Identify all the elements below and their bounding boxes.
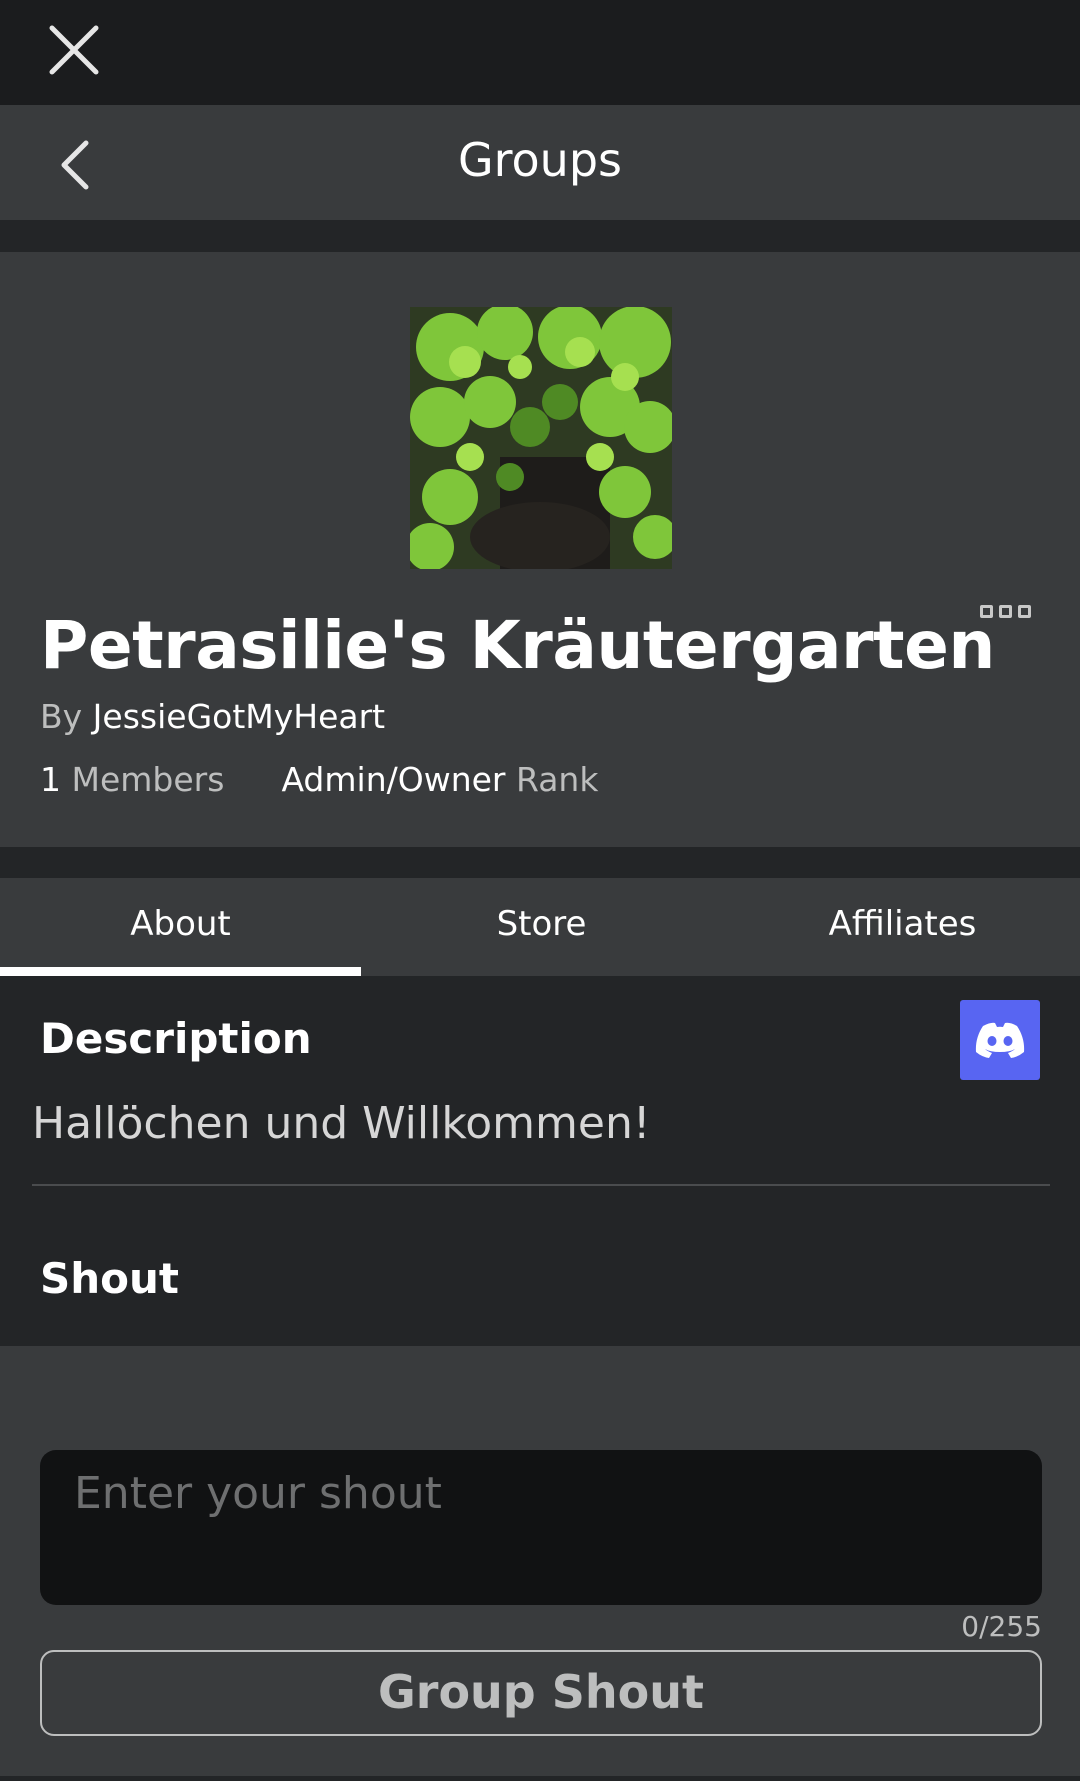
about-section: Description Hallöchen und Willkommen! Sh… <box>0 976 1080 1346</box>
description-text: Hallöchen und Willkommen! <box>32 1098 651 1149</box>
members-label: Members <box>71 760 225 799</box>
bottom-edge <box>0 1776 1080 1781</box>
divider <box>32 1184 1050 1186</box>
discord-icon[interactable] <box>960 1000 1040 1080</box>
tab-bar: About Store Affiliates <box>0 878 1080 976</box>
rank-label: Rank <box>515 760 599 799</box>
top-bar <box>0 0 1080 105</box>
char-counter: 0/255 <box>961 1610 1042 1643</box>
active-tab-indicator <box>0 967 361 976</box>
tab-affiliates[interactable]: Affiliates <box>722 904 1080 944</box>
page-title: Groups <box>457 133 622 187</box>
group-shout-button[interactable]: Group Shout <box>40 1650 1042 1736</box>
role-name: Admin/Owner <box>281 760 506 799</box>
group-name: Petrasilie's Kräutergarten <box>40 607 995 684</box>
owner-line: By JessieGotMyHeart <box>40 697 385 736</box>
tab-store[interactable]: Store <box>361 904 722 944</box>
close-icon[interactable] <box>44 20 104 80</box>
group-header: Petrasilie's Kräutergarten By JessieGotM… <box>0 252 1080 847</box>
tab-about[interactable]: About <box>0 904 361 944</box>
by-label: By <box>40 697 83 736</box>
owner-name-link[interactable]: JessieGotMyHeart <box>93 697 385 736</box>
nav-bar: Groups <box>0 105 1080 220</box>
shout-title: Shout <box>40 1254 179 1303</box>
group-stats: 1 Members Admin/Owner Rank <box>40 760 598 799</box>
shout-input[interactable]: Enter your shout <box>40 1450 1042 1605</box>
description-title: Description <box>40 1014 312 1063</box>
shout-form: Enter your shout 0/255 Group Shout <box>0 1346 1080 1776</box>
member-count: 1 <box>40 760 61 799</box>
group-emblem-image <box>406 304 677 572</box>
